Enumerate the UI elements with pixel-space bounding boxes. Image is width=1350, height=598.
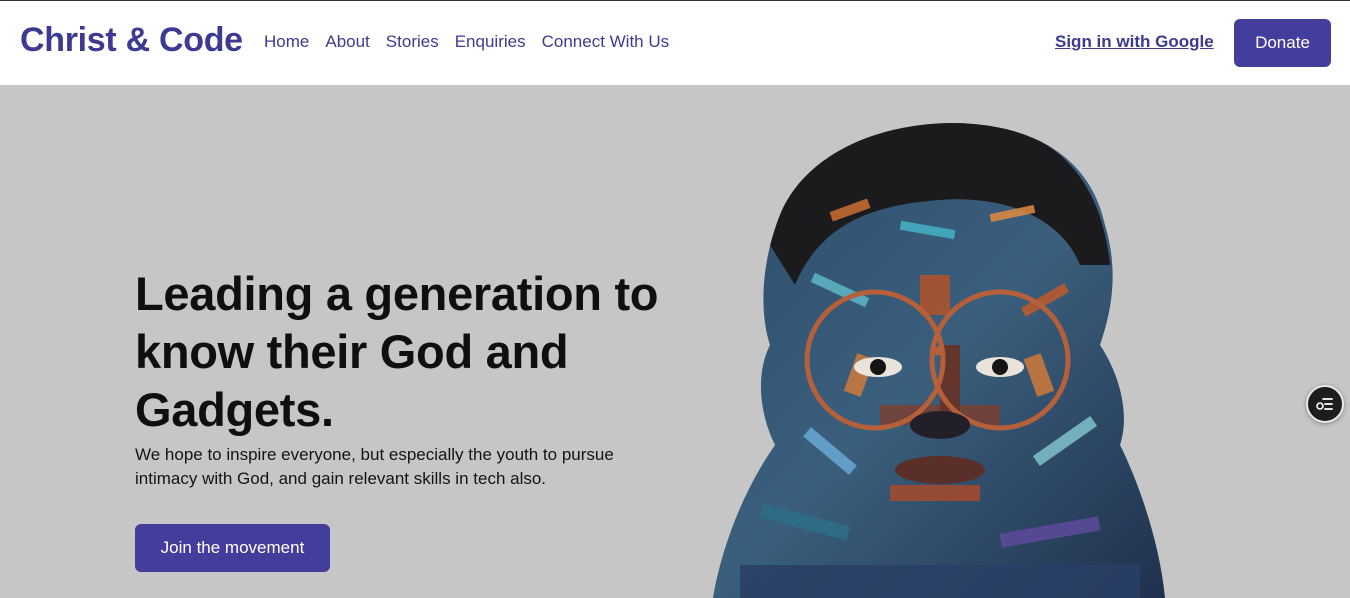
nav-about[interactable]: About <box>325 32 369 52</box>
nav-connect[interactable]: Connect With Us <box>542 32 670 52</box>
sign-in-google-link[interactable]: Sign in with Google <box>1055 32 1214 52</box>
site-header: Christ & Code Home About Stories Enquiri… <box>0 1 1350 85</box>
list-settings-icon <box>1316 398 1333 410</box>
nav-enquiries[interactable]: Enquiries <box>455 32 526 52</box>
hero-subtext: We hope to inspire everyone, but especia… <box>135 445 614 488</box>
floating-action-button[interactable] <box>1306 385 1344 423</box>
hero-headline: Leading a generation to know their God a… <box>135 267 659 436</box>
hero-portrait-image <box>713 123 1165 598</box>
nav-stories[interactable]: Stories <box>386 32 439 52</box>
nav-home[interactable]: Home <box>264 32 309 52</box>
hero-section: Leading a generation to know their God a… <box>0 85 1350 598</box>
main-nav: Home About Stories Enquiries Connect Wit… <box>264 32 685 52</box>
donate-button[interactable]: Donate <box>1234 19 1331 67</box>
join-movement-button[interactable]: Join the movement <box>135 524 330 572</box>
brand-logo[interactable]: Christ & Code <box>20 21 243 60</box>
